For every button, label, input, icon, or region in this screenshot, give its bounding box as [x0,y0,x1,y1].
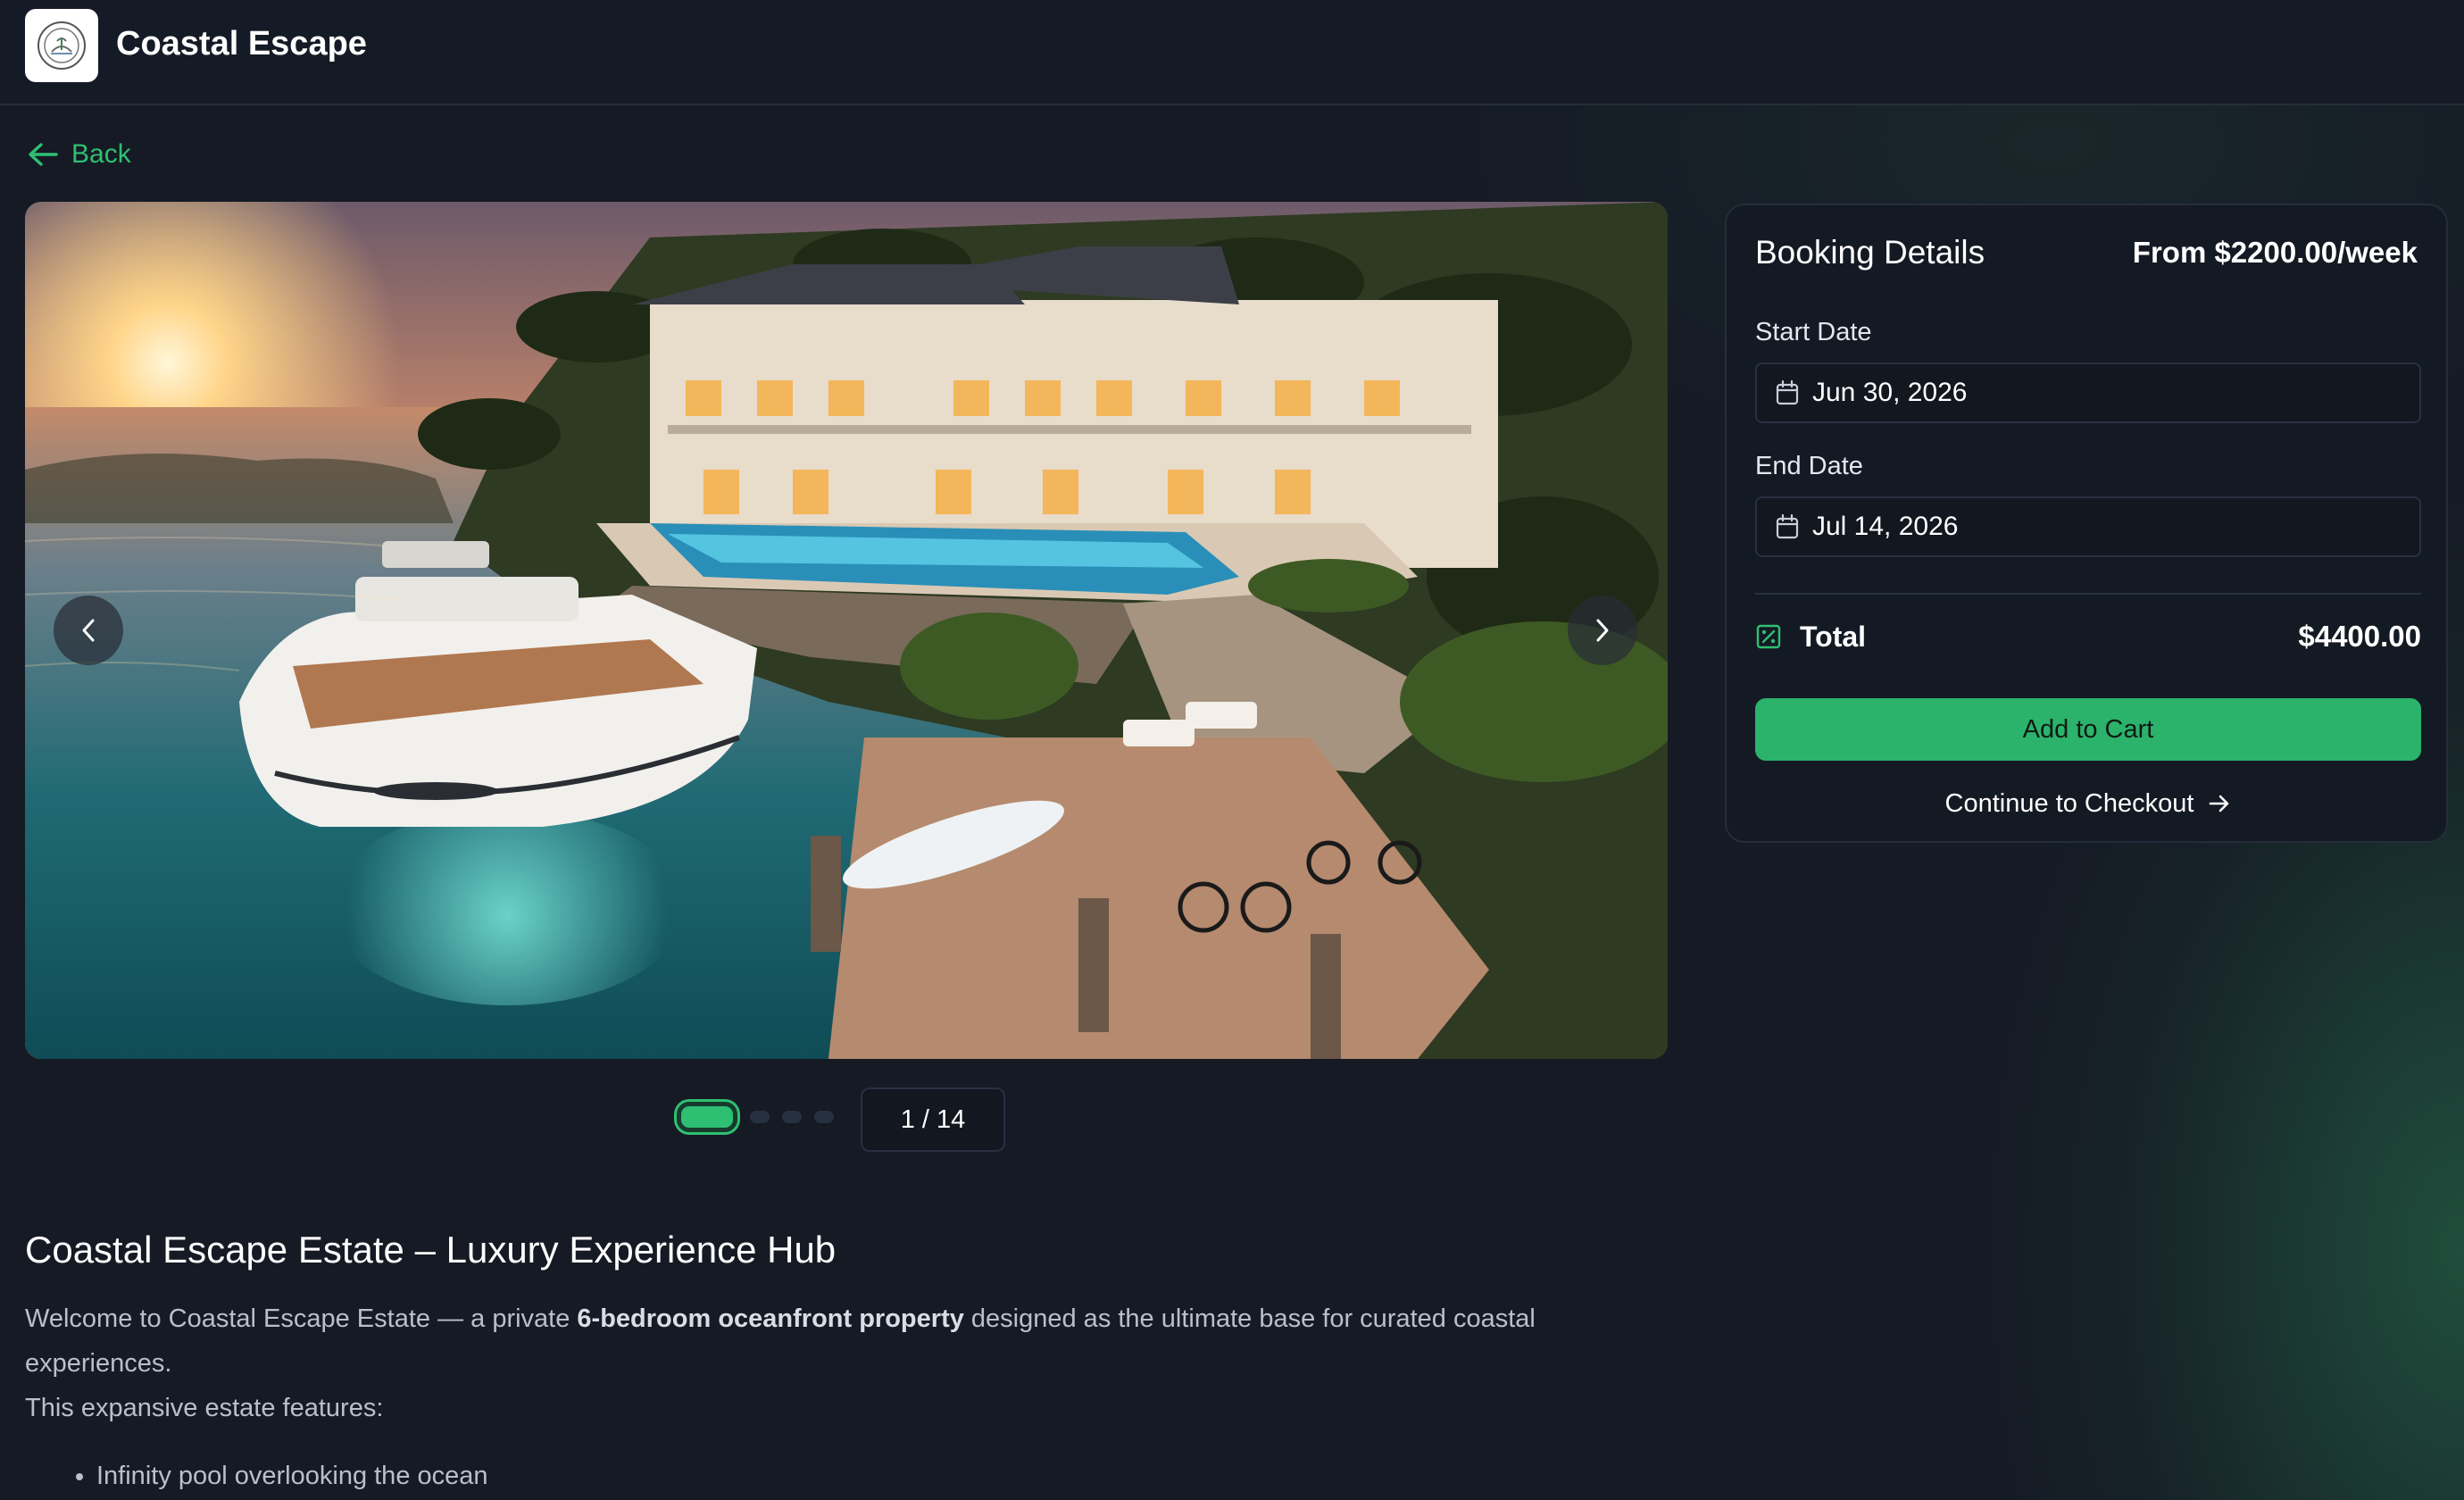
add-to-cart-label: Add to Cart [2022,714,2154,744]
total-label: Total [1800,620,1867,653]
listing-description: Welcome to Coastal Escape Estate — a pri… [25,1296,1596,1430]
end-date-value: Jul 14, 2026 [1812,512,1959,541]
start-date-label: Start Date [1755,318,1872,346]
pagination-dot[interactable] [814,1111,834,1123]
pagination-dot[interactable] [750,1111,770,1123]
end-date-label: End Date [1755,452,1863,480]
next-image-button[interactable] [1568,596,1637,665]
calendar-icon [1776,513,1799,539]
start-date-picker[interactable]: Jun 30, 2026 [1755,362,2421,423]
previous-image-button[interactable] [54,596,123,665]
features-intro: This expansive estate features: [25,1394,384,1422]
estate-seal-logo-icon [37,21,86,70]
features-list: Infinity pool overlooking the ocean [25,1454,488,1498]
arrow-left-icon [29,143,58,166]
carousel-pagination [677,1102,834,1132]
image-carousel[interactable] [25,202,1668,1059]
booking-price: From $2200.00/week [2132,236,2418,269]
price-tag-icon [1756,624,1781,649]
total-amount: $4400.00 [2298,620,2421,653]
chevron-right-icon [1596,619,1609,642]
start-date-value: Jun 30, 2026 [1812,378,1968,407]
add-to-cart-button[interactable]: Add to Cart [1755,698,2421,761]
back-label: Back [71,139,131,169]
end-date-picker[interactable]: Jul 14, 2026 [1755,496,2421,557]
brand-name: Coastal Escape [116,25,367,62]
continue-to-checkout-link[interactable]: Continue to Checkout [1755,784,2421,823]
arrow-right-icon [2210,795,2229,812]
top-bar: Coastal Escape [0,0,2464,105]
checkout-label: Continue to Checkout [1944,788,2194,818]
feature-item: Infinity pool overlooking the ocean [96,1454,488,1498]
booking-panel: Booking Details From $2200.00/week Start… [1725,204,2448,843]
estate-photo [25,202,1668,1059]
total-row: Total $4400.00 [1755,614,2421,659]
brand-logo[interactable] [25,9,98,82]
description-highlight: 6-bedroom oceanfront property [577,1304,964,1333]
booking-title: Booking Details [1755,234,1985,271]
booking-divider [1755,593,2421,595]
image-counter: 1 / 14 [861,1088,1005,1152]
pagination-dot-active[interactable] [677,1102,737,1132]
chevron-left-icon [82,619,95,642]
calendar-icon [1776,379,1799,405]
pagination-dot[interactable] [782,1111,802,1123]
back-link[interactable]: Back [27,139,131,170]
description-intro: Welcome to Coastal Escape Estate — a pri… [25,1304,578,1333]
listing-title: Coastal Escape Estate – Luxury Experienc… [25,1229,837,1271]
